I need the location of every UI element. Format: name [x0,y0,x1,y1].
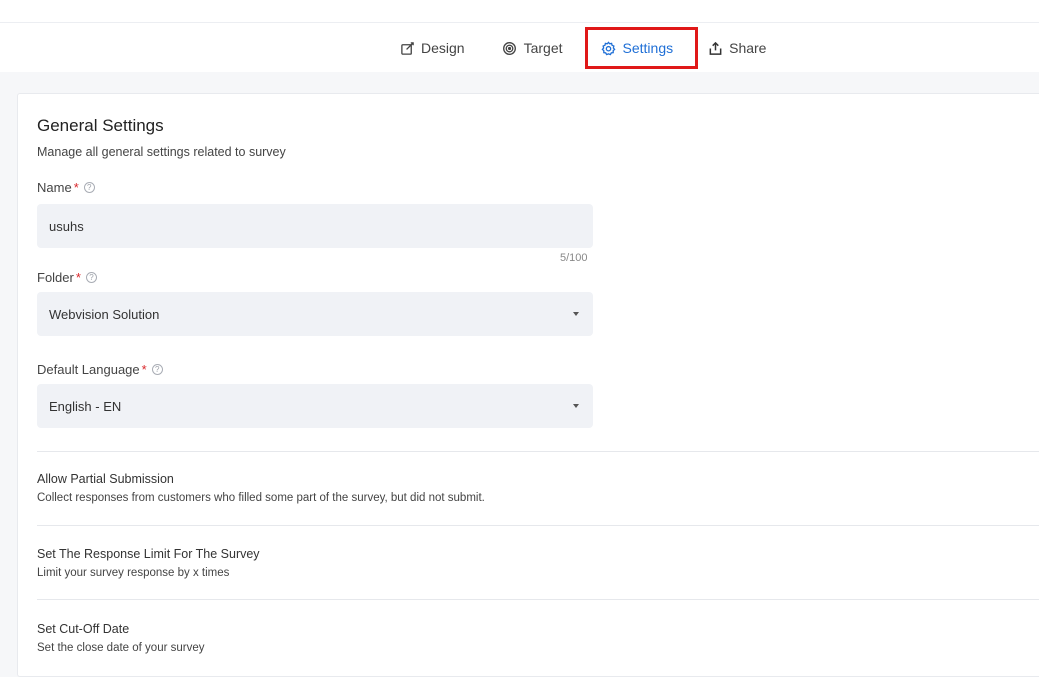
top-tab-bar: Design Target Settings Share [0,22,1039,72]
section-title: General Settings [37,116,164,135]
divider [37,599,1039,600]
help-icon[interactable]: ? [85,272,97,283]
partial-submission-description: Collect responses from customers who fil… [37,492,485,504]
response-limit-title[interactable]: Set The Response Limit For The Survey [37,547,260,561]
name-input-value: usuhs [49,218,84,234]
language-select-value: English - EN [49,398,122,414]
tab-share[interactable]: Share [704,31,768,65]
tab-design-label: Design [421,40,465,56]
folder-label-row: Folder * ? [37,270,97,285]
tab-design[interactable]: Design [396,31,467,65]
edit-icon [398,39,416,57]
required-mark: * [73,180,79,195]
help-icon[interactable]: ? [151,364,163,375]
name-label-row: Name * ? [37,180,95,195]
general-settings-card: General Settings Manage all general sett… [17,93,1039,677]
share-icon [706,39,724,57]
cutoff-date-description: Set the close date of your survey [37,642,205,654]
folder-select-value: Webvision Solution [49,306,160,322]
caret-down-icon [573,404,579,408]
name-input[interactable]: usuhs [37,204,593,248]
language-label: Default Language [37,362,140,377]
cutoff-date-title[interactable]: Set Cut-Off Date [37,622,129,636]
language-label-row: Default Language * ? [37,362,163,377]
divider [37,525,1039,526]
section-subtitle: Manage all general settings related to s… [37,145,286,159]
tab-list: Design Target Settings Share [396,23,768,73]
required-mark: * [141,362,147,377]
folder-label: Folder [37,270,74,285]
target-icon [501,39,519,57]
name-label: Name [37,180,72,195]
language-select[interactable]: English - EN [37,384,593,428]
folder-select[interactable]: Webvision Solution [37,292,593,336]
response-limit-description: Limit your survey response by x times [37,567,230,579]
tab-settings[interactable]: Settings [584,27,699,69]
required-mark: * [75,270,81,285]
tab-target[interactable]: Target [499,31,565,65]
caret-down-icon [573,312,579,316]
tab-settings-label: Settings [622,40,674,56]
name-char-counter: 5/100 [560,252,588,264]
tab-share-label: Share [729,40,767,56]
partial-submission-title[interactable]: Allow Partial Submission [37,472,174,486]
gear-icon [600,39,618,57]
help-icon[interactable]: ? [83,182,95,193]
divider [37,451,1039,452]
tab-target-label: Target [523,40,563,56]
